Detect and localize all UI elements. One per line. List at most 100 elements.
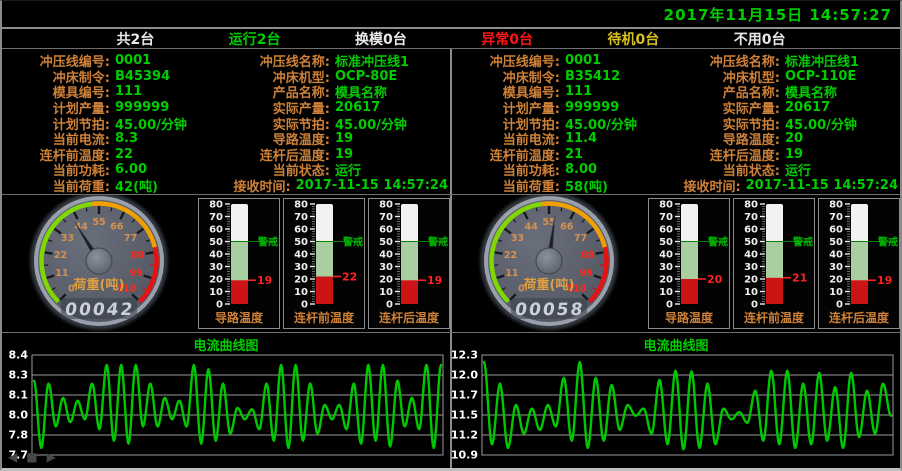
- thermo-label: 连杆后温度: [379, 310, 440, 325]
- field-value: 20: [785, 131, 803, 146]
- field-value: 标准冲压线1: [335, 51, 409, 70]
- thermometer-连杆前温度: 01020304050607080警戒22连杆前温度: [283, 198, 365, 329]
- field-label: 接收时间:: [228, 176, 291, 195]
- machine-2-info-panel: 冲压线编号:0001冲床制令:B35412模具编号:111计划产量:999999…: [452, 49, 900, 194]
- thermo-scale-label: 80: [744, 200, 758, 211]
- thermo-scale-label: 70: [294, 212, 308, 223]
- field-value: 45.00/分钟: [115, 114, 187, 133]
- thermo-scale-label: 60: [379, 225, 393, 236]
- gauge-row: 0112233445566778899110荷重(吨)00042 0102030…: [2, 195, 900, 332]
- field-value: B45394: [115, 69, 170, 84]
- thermometer-group: 01020304050607080警戒19导路温度010203040506070…: [198, 198, 450, 329]
- thermo-scale-label: 30: [829, 262, 843, 273]
- field-value: 58(吨): [565, 176, 608, 195]
- thermo-scale-label: 80: [829, 200, 843, 211]
- status-item-1: 运行2台: [229, 29, 281, 49]
- thermo-scale-label: 80: [379, 200, 393, 211]
- thermo-scale-label: 20: [829, 275, 843, 286]
- status-item-0: 共2台: [117, 29, 155, 49]
- thermo-scale-label: 20: [294, 275, 308, 286]
- y-axis-label: 11.5: [452, 409, 478, 422]
- gauge-tick-label: 44: [525, 221, 539, 232]
- gauge-tick-label: 77: [124, 233, 137, 244]
- field-label: 当前荷重:: [458, 176, 560, 195]
- field-value: B35412: [565, 69, 620, 84]
- thermo-scale-label: 0: [301, 300, 308, 311]
- titlebar: 2017年11月15日 14:57:27: [2, 1, 900, 27]
- info-field-row: 当前荷重: 42(吨): [8, 178, 228, 194]
- warn-threshold-label: 警戒: [427, 236, 448, 249]
- field-value: 45.00/分钟: [335, 114, 407, 133]
- thermo-scale-label: 0: [836, 300, 843, 311]
- thermo-scale-label: 10: [209, 287, 223, 298]
- y-axis-label: 8.4: [9, 350, 29, 362]
- gauge-tick-label: 44: [75, 221, 89, 232]
- scroll-right-icon[interactable]: ▶: [47, 450, 56, 464]
- current-curve-plot: 8.48.38.18.07.87.7: [2, 350, 449, 462]
- info-field-row: 接收时间:2017-11-15 14:57:24: [678, 178, 898, 194]
- field-value: 21: [565, 147, 583, 162]
- field-value: 2017-11-15 14:57:24: [296, 178, 448, 193]
- info-column-1: 冲压线名称:标准冲压线1冲床机型:OCP-80E产品名称:模具名称实际产量:20…: [228, 53, 448, 194]
- thermo-value: 22: [342, 270, 357, 283]
- load-gauge: 0112233445566778899110荷重(吨)00042: [2, 195, 196, 332]
- thermometer-连杆前温度: 01020304050607080警戒21连杆前温度: [733, 198, 815, 329]
- warn-threshold-label: 警戒: [877, 236, 898, 249]
- thermo-scale-label: 30: [209, 262, 223, 273]
- thermo-scale-label: 40: [744, 250, 758, 261]
- stop-icon[interactable]: ■: [26, 450, 37, 464]
- thermo-scale-label: 70: [659, 212, 673, 223]
- field-value: 0001: [115, 53, 151, 68]
- gauge-tick-label: 33: [511, 233, 524, 244]
- thermo-value: 19: [427, 274, 442, 287]
- scroll-left-icon[interactable]: ◀: [8, 450, 17, 464]
- field-value: 42(吨): [115, 176, 158, 195]
- gauge-tick-label: 11: [505, 268, 518, 279]
- gauge-tick-label: 99: [129, 268, 142, 279]
- thermo-label: 连杆前温度: [744, 310, 805, 325]
- field-value: 8.3: [115, 131, 138, 146]
- thermo-scale-label: 70: [829, 212, 843, 223]
- thermo-scale-label: 0: [666, 300, 673, 311]
- info-field-row: 当前荷重: 58(吨): [458, 178, 678, 194]
- thermometer-导路温度: 01020304050607080警戒20导路温度: [648, 198, 730, 329]
- thermo-scale-label: 40: [379, 250, 393, 261]
- machine-1-current-chart: 电流曲线图 8.48.38.18.07.87.7 ◀ ■ ▶: [2, 333, 450, 468]
- load-gauge: 0112233445566778899110荷重(吨)00058: [452, 195, 646, 332]
- thermo-scale-label: 70: [379, 212, 393, 223]
- field-value: 运行: [335, 160, 361, 179]
- thermo-scale-label: 40: [209, 250, 223, 261]
- chart-toolbar: ◀ ■ ▶: [8, 450, 56, 464]
- thermo-scale-label: 70: [209, 212, 223, 223]
- thermo-scale-label: 20: [744, 275, 758, 286]
- thermo-scale-label: 0: [216, 300, 223, 311]
- thermo-scale-label: 50: [744, 237, 758, 248]
- status-summary-bar: 共2台运行2台换模0台异常0台待机0台不用0台: [2, 29, 900, 48]
- thermometer-group: 01020304050607080警戒20导路温度010203040506070…: [648, 198, 900, 329]
- field-label: 当前荷重:: [8, 176, 110, 195]
- thermo-scale-label: 10: [294, 287, 308, 298]
- gauge-unit-label: 荷重(吨): [73, 277, 125, 293]
- y-axis-label: 8.3: [9, 369, 29, 382]
- machine-1-gauges: 0112233445566778899110荷重(吨)00042 0102030…: [2, 195, 450, 332]
- info-field-row: 接收时间: 2017-11-15 14:57:24: [228, 178, 448, 194]
- warn-threshold-label: 警戒: [257, 236, 278, 249]
- info-column-0: 冲压线编号:0001冲床制令:B45394模具编号:111计划产量:999999…: [8, 53, 228, 194]
- y-axis-label: 11.2: [452, 429, 478, 442]
- current-curve-plot: 12.312.011.711.511.210.9: [452, 350, 899, 462]
- field-value: 运行: [785, 160, 811, 179]
- machine-2-gauges: 0112233445566778899110荷重(吨)00058 0102030…: [452, 195, 900, 332]
- info-row: 冲压线编号:0001冲床制令:B45394模具编号:111计划产量:999999…: [2, 49, 900, 194]
- thermo-scale-label: 10: [379, 287, 393, 298]
- y-axis-label: 11.7: [452, 389, 478, 402]
- thermo-scale-label: 40: [294, 250, 308, 261]
- chart-title: 电流曲线图: [2, 333, 450, 350]
- thermo-scale-label: 10: [744, 287, 758, 298]
- thermo-scale-label: 0: [751, 300, 758, 311]
- thermo-value: 19: [257, 274, 272, 287]
- machine-2-current-chart: 电流曲线图 12.312.011.711.511.210.9: [452, 333, 900, 468]
- field-value: 2017-11-15 14:57:24: [746, 178, 898, 193]
- y-axis-label: 7.8: [9, 429, 29, 442]
- thermo-scale-label: 50: [379, 237, 393, 248]
- y-axis-label: 10.9: [452, 449, 478, 462]
